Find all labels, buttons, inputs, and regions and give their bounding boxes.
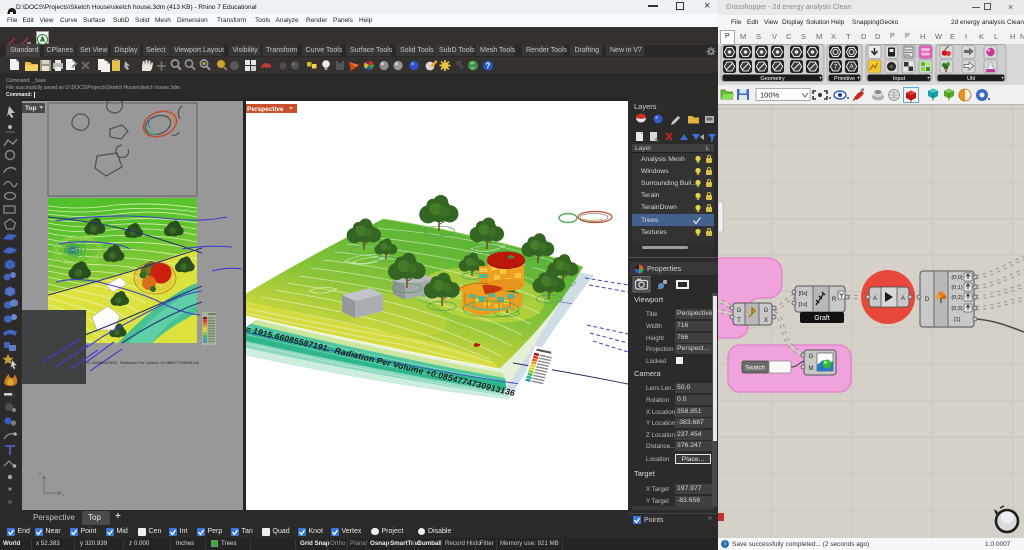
svg-text:A: A xyxy=(849,64,854,71)
svg-text:(0;2): (0;2) xyxy=(951,295,962,301)
svg-text:R: R xyxy=(832,297,837,303)
svg-text:Graft: Graft xyxy=(814,315,830,322)
svg-text:Top: Top xyxy=(25,105,36,112)
svg-text:Primitive: Primitive xyxy=(834,76,855,82)
svg-text:(0;0): (0;0) xyxy=(951,275,962,281)
svg-text:[1]: [1] xyxy=(954,317,961,323)
svg-text:CL.66085587595. Radiation Per: CL.66085587595. Radiation Per Volume +0.… xyxy=(86,360,200,365)
svg-text:Swatch: Swatch xyxy=(745,366,765,372)
svg-text:x: x xyxy=(62,493,65,499)
svg-text:G: G xyxy=(809,354,814,360)
svg-text:D: D xyxy=(925,297,930,303)
svg-text:M: M xyxy=(809,366,814,372)
svg-text:Geometry: Geometry xyxy=(760,76,784,82)
svg-text:+: + xyxy=(819,76,823,82)
svg-text:7: 7 xyxy=(834,64,838,71)
svg-text:[1x]: [1x] xyxy=(799,302,808,308)
svg-text:Util: Util xyxy=(967,76,975,82)
svg-text:A: A xyxy=(901,296,905,302)
svg-text:Perspective: Perspective xyxy=(247,106,284,113)
svg-text:+: + xyxy=(1001,76,1005,82)
svg-text:(0;1): (0;1) xyxy=(951,285,962,291)
svg-text:y: y xyxy=(39,471,42,477)
svg-text:[0x]: [0x] xyxy=(799,291,808,297)
svg-text:Input: Input xyxy=(893,76,906,82)
svg-text:G: G xyxy=(764,308,769,314)
svg-text:A: A xyxy=(873,296,877,302)
svg-text:100%: 100% xyxy=(760,91,780,100)
svg-text:?: ? xyxy=(486,62,491,71)
svg-text:+: + xyxy=(927,76,931,82)
svg-text:T: T xyxy=(737,318,741,324)
svg-text:X: X xyxy=(764,318,768,324)
svg-text:»: » xyxy=(8,497,13,506)
svg-text:+: + xyxy=(857,76,861,82)
svg-text:G: G xyxy=(737,308,742,314)
svg-text:(0;3): (0;3) xyxy=(951,306,962,312)
